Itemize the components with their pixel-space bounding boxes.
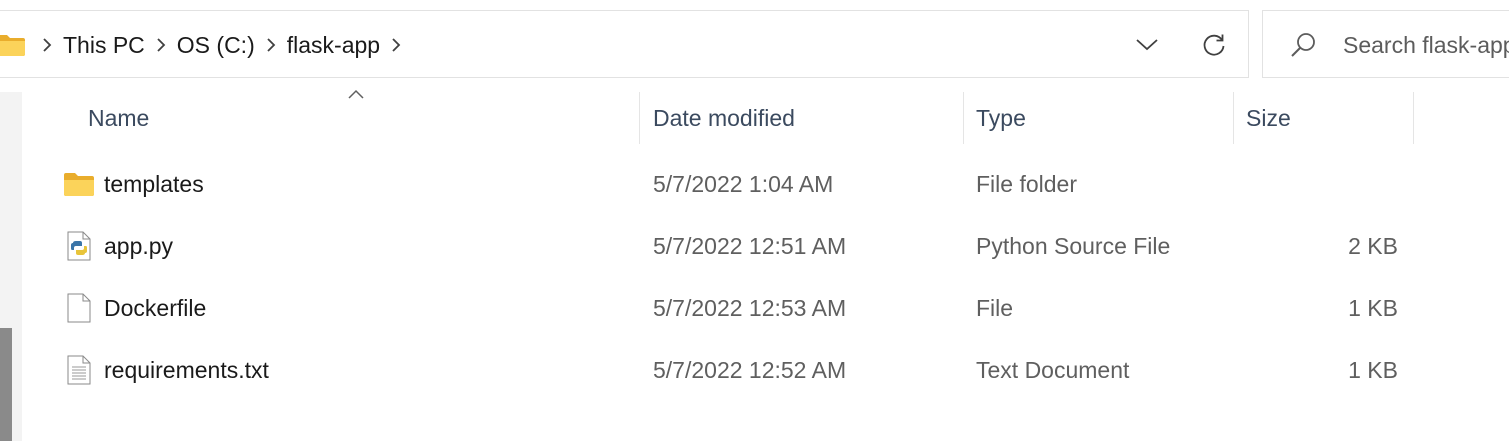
search-placeholder: Search flask-app <box>1343 32 1509 58</box>
breadcrumb-separator-chevron-icon[interactable] <box>384 11 408 79</box>
breadcrumb-separator-chevron-icon[interactable] <box>149 11 173 79</box>
file-explorer-window: This PC OS (C:) flask-app Search flask-a… <box>0 0 1509 441</box>
file-row-dockerfile[interactable]: Dockerfile 5/7/2022 12:53 AM File 1 KB <box>40 279 1420 337</box>
breadcrumb: This PC OS (C:) flask-app <box>0 11 408 79</box>
file-size <box>1240 155 1398 213</box>
file-size: 1 KB <box>1348 294 1398 321</box>
column-header-name[interactable]: Name <box>88 92 638 144</box>
file-row-app-py[interactable]: app.py 5/7/2022 12:51 AM Python Source F… <box>40 217 1420 275</box>
file-type: File folder <box>976 170 1077 197</box>
file-date-modified: 5/7/2022 12:53 AM <box>653 294 847 321</box>
search-icon <box>1289 31 1317 59</box>
file-size: 2 KB <box>1348 232 1398 259</box>
column-header-type[interactable]: Type <box>976 92 1232 144</box>
breadcrumb-separator-chevron-icon[interactable] <box>259 11 283 79</box>
file-name[interactable]: requirements.txt <box>104 341 269 399</box>
python-file-icon <box>64 231 94 261</box>
file-type: File <box>976 294 1014 321</box>
file-date-modified: 5/7/2022 12:51 AM <box>653 232 847 259</box>
file-size: 1 KB <box>1348 356 1398 383</box>
refresh-icon[interactable] <box>1197 28 1231 62</box>
file-type: Python Source File <box>976 232 1171 259</box>
column-header-date-modified[interactable]: Date modified <box>653 92 961 144</box>
breadcrumb-item-this-pc[interactable]: This PC <box>59 32 149 59</box>
column-divider[interactable] <box>963 92 964 144</box>
breadcrumb-item-flask-app[interactable]: flask-app <box>283 32 384 59</box>
column-divider[interactable] <box>1413 92 1414 144</box>
breadcrumb-separator-chevron-icon[interactable] <box>35 11 59 79</box>
folder-icon <box>0 34 25 56</box>
column-divider[interactable] <box>639 92 640 144</box>
search-input[interactable]: Search flask-app <box>1262 10 1509 78</box>
breadcrumb-item-os-c[interactable]: OS (C:) <box>173 32 259 59</box>
file-row-requirements-txt[interactable]: requirements.txt 5/7/2022 12:52 AM Text … <box>40 341 1420 399</box>
navigation-pane-scrollbar[interactable] <box>0 328 12 441</box>
blank-file-icon <box>64 293 94 323</box>
file-date-modified: 5/7/2022 1:04 AM <box>653 170 834 197</box>
column-header-size[interactable]: Size <box>1246 92 1412 144</box>
column-divider[interactable] <box>1233 92 1234 144</box>
file-type: Text Document <box>976 356 1130 383</box>
file-name[interactable]: templates <box>104 155 204 213</box>
file-name[interactable]: app.py <box>104 217 173 275</box>
address-bar[interactable]: This PC OS (C:) flask-app <box>0 10 1249 78</box>
chevron-down-icon[interactable] <box>1133 31 1161 59</box>
folder-icon <box>64 169 94 199</box>
text-file-icon <box>64 355 94 385</box>
file-row-templates[interactable]: templates 5/7/2022 1:04 AM File folder <box>40 155 1420 213</box>
file-name[interactable]: Dockerfile <box>104 279 206 337</box>
file-date-modified: 5/7/2022 12:52 AM <box>653 356 847 383</box>
